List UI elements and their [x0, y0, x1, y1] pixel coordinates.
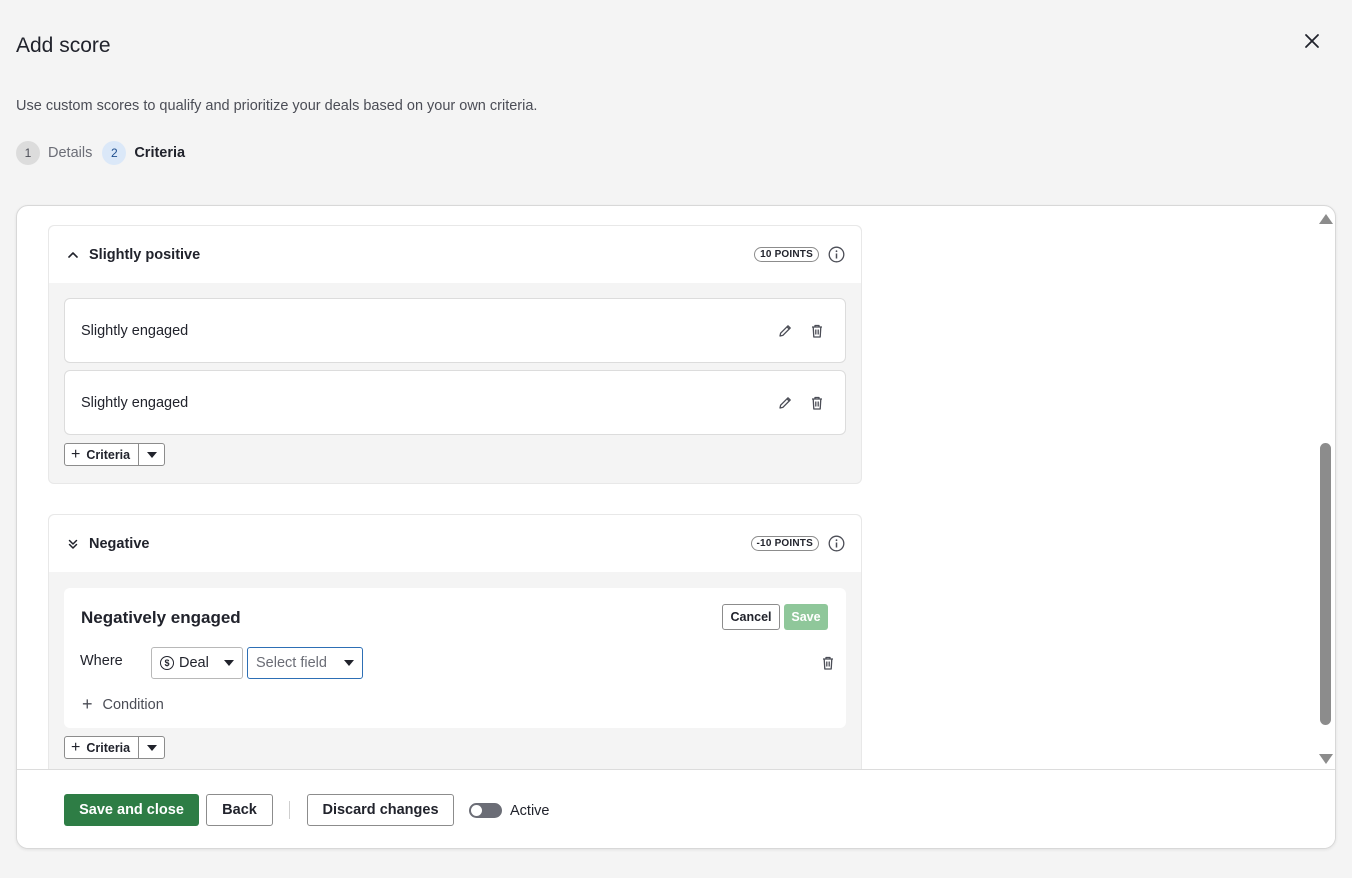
delete-condition-button[interactable]	[816, 651, 840, 675]
score-group-negative: Negative -10 POINTS Negatively engaged C…	[48, 514, 862, 769]
points-badge: -10 POINTS	[750, 536, 819, 551]
trash-icon	[812, 324, 822, 338]
edit-button[interactable]	[773, 391, 797, 415]
criteria-item: Slightly engaged	[64, 298, 846, 363]
save-button[interactable]: Save	[784, 604, 828, 630]
info-icon[interactable]	[827, 535, 845, 553]
add-criteria-label: Criteria	[86, 740, 131, 755]
cancel-button[interactable]: Cancel	[722, 604, 780, 630]
close-button[interactable]	[1298, 27, 1326, 55]
step-1-number[interactable]: 1	[16, 141, 40, 165]
save-and-close-button[interactable]: Save and close	[64, 794, 199, 826]
info-icon[interactable]	[827, 246, 845, 264]
step-2-number[interactable]: 2	[102, 141, 127, 165]
double-chevron-down-icon[interactable]	[67, 538, 79, 550]
criteria-item: Slightly engaged	[64, 370, 846, 435]
active-toggle[interactable]	[469, 803, 502, 818]
active-label: Active	[510, 803, 550, 819]
dollar-icon: $	[160, 656, 174, 670]
page-subtitle: Use custom scores to qualify and priorit…	[16, 98, 538, 114]
where-label: Where	[80, 653, 123, 669]
add-condition-label: Condition	[102, 696, 164, 713]
add-condition-button[interactable]: + Condition	[82, 694, 164, 715]
plus-icon: +	[82, 694, 93, 714]
add-criteria-split-button: + Criteria	[64, 736, 166, 759]
delete-button[interactable]	[805, 391, 829, 415]
discard-changes-button[interactable]: Discard changes	[307, 794, 454, 826]
plus-icon: +	[71, 445, 81, 463]
group-header[interactable]: Negative -10 POINTS	[49, 515, 861, 572]
step-2-label[interactable]: Criteria	[134, 145, 185, 161]
footer-actions: Save and close Back Discard changes Acti…	[17, 769, 1335, 848]
field-select-placeholder: Select field	[256, 655, 327, 671]
criteria-label: Slightly engaged	[81, 322, 189, 339]
criteria-editor-title: Negatively engaged	[81, 608, 241, 627]
add-criteria-button[interactable]: + Criteria	[65, 737, 140, 758]
delete-button[interactable]	[805, 319, 829, 343]
group-title: Negative	[89, 535, 150, 552]
scrollbar[interactable]	[1315, 210, 1335, 766]
criteria-scroll-area: Slightly positive 10 POINTS Slightly eng…	[17, 206, 1335, 769]
stepper: 1 Details 2 Criteria	[16, 141, 195, 165]
scroll-down-arrow-icon[interactable]	[1319, 754, 1333, 764]
add-criteria-menu-button[interactable]	[139, 444, 164, 465]
criteria-label: Slightly engaged	[81, 394, 189, 411]
group-title: Slightly positive	[89, 246, 201, 263]
toggle-knob	[471, 805, 482, 816]
page-title: Add score	[16, 34, 111, 57]
add-criteria-menu-button[interactable]	[139, 737, 164, 758]
scroll-up-arrow-icon[interactable]	[1319, 214, 1333, 224]
criteria-editor: Negatively engaged Cancel Save Where $ D…	[64, 588, 846, 728]
scrollbar-thumb[interactable]	[1320, 443, 1331, 725]
points-badge: 10 POINTS	[754, 247, 819, 262]
group-header[interactable]: Slightly positive 10 POINTS	[49, 226, 861, 283]
add-criteria-split-button: + Criteria	[64, 443, 166, 466]
chevron-up-icon[interactable]	[67, 249, 79, 261]
close-icon	[1305, 34, 1319, 48]
caret-down-icon	[146, 451, 157, 458]
pencil-icon	[779, 396, 791, 409]
add-criteria-label: Criteria	[86, 447, 131, 462]
field-select[interactable]: Select field	[247, 647, 363, 679]
add-criteria-button[interactable]: + Criteria	[65, 444, 140, 465]
caret-down-icon	[224, 660, 234, 666]
caret-down-icon	[344, 660, 354, 666]
divider	[289, 801, 290, 819]
score-group-slightly-positive: Slightly positive 10 POINTS Slightly eng…	[48, 225, 862, 484]
trash-icon	[812, 396, 822, 410]
entity-select-value: Deal	[179, 655, 209, 671]
criteria-panel: Slightly positive 10 POINTS Slightly eng…	[16, 205, 1336, 849]
step-1-label[interactable]: Details	[48, 145, 92, 161]
caret-down-icon	[146, 744, 157, 751]
pencil-icon	[779, 324, 791, 337]
plus-icon: +	[71, 738, 81, 756]
edit-button[interactable]	[773, 319, 797, 343]
entity-select[interactable]: $ Deal	[151, 647, 243, 679]
back-button[interactable]: Back	[206, 794, 273, 826]
trash-icon	[823, 656, 833, 670]
